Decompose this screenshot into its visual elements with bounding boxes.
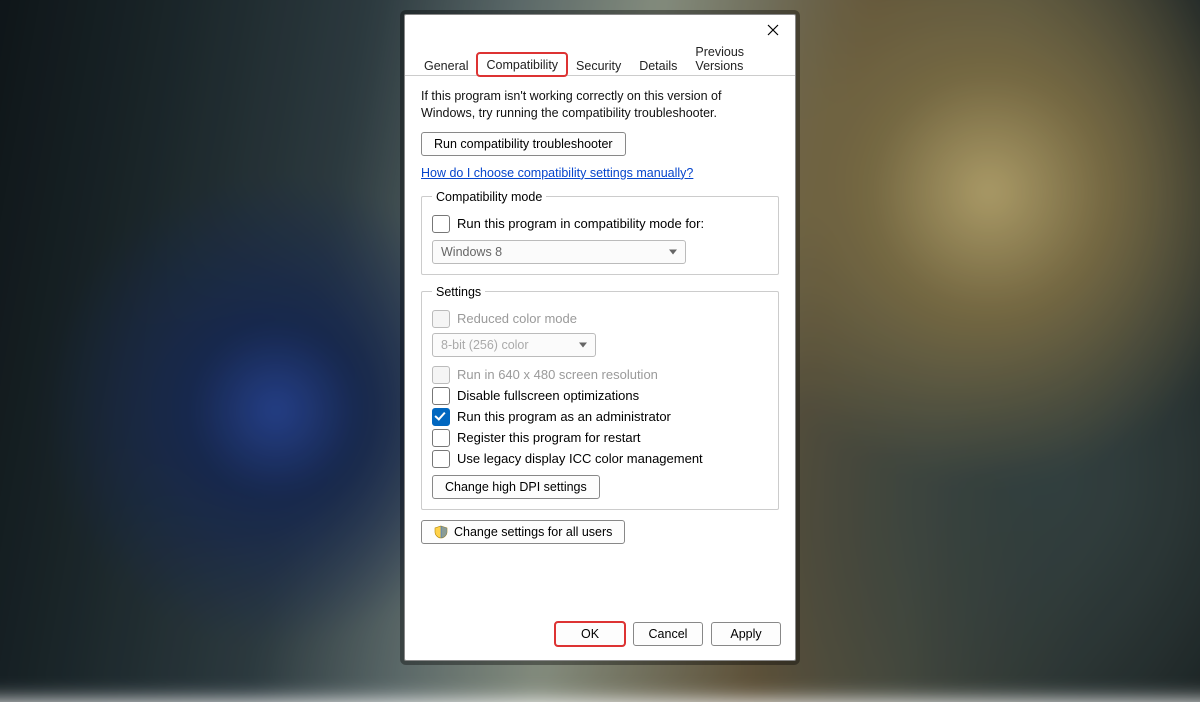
tab-security[interactable]: Security [567,54,630,76]
settings-group: Settings Reduced color mode 8-bit (256) … [421,285,779,510]
cancel-button[interactable]: Cancel [633,622,703,646]
low-res-checkbox [432,366,450,384]
tab-compatibility[interactable]: Compatibility [477,53,567,76]
disable-fullscreen-label: Disable fullscreen optimizations [457,388,639,403]
compatibility-mode-group: Compatibility mode Run this program in c… [421,190,779,275]
register-restart-label: Register this program for restart [457,430,641,445]
compatibility-mode-legend: Compatibility mode [432,190,546,204]
compat-mode-label: Run this program in compatibility mode f… [457,216,704,231]
run-as-admin-label: Run this program as an administrator [457,409,671,424]
tab-strip: General Compatibility Security Details P… [405,49,795,76]
tab-details[interactable]: Details [630,54,686,76]
color-depth-select: 8-bit (256) color [432,333,596,357]
change-all-users-label: Change settings for all users [454,525,612,539]
legacy-icc-checkbox[interactable] [432,450,450,468]
compat-mode-select[interactable]: Windows 8 [432,240,686,264]
change-dpi-button[interactable]: Change high DPI settings [432,475,600,499]
reduced-color-label: Reduced color mode [457,311,577,326]
tab-previous-versions[interactable]: Previous Versions [686,40,795,76]
ok-button[interactable]: OK [555,622,625,646]
tab-body: If this program isn't working correctly … [405,76,795,614]
properties-dialog: General Compatibility Security Details P… [404,14,796,661]
compat-mode-checkbox[interactable] [432,215,450,233]
close-icon [767,24,779,36]
register-restart-checkbox[interactable] [432,429,450,447]
shield-icon [434,525,448,539]
intro-text: If this program isn't working correctly … [421,88,779,122]
reduced-color-checkbox [432,310,450,328]
run-as-admin-checkbox[interactable] [432,408,450,426]
apply-button[interactable]: Apply [711,622,781,646]
disable-fullscreen-checkbox[interactable] [432,387,450,405]
legacy-icc-label: Use legacy display ICC color management [457,451,703,466]
low-res-label: Run in 640 x 480 screen resolution [457,367,658,382]
settings-legend: Settings [432,285,485,299]
run-troubleshooter-button[interactable]: Run compatibility troubleshooter [421,132,626,156]
tab-general[interactable]: General [415,54,477,76]
dialog-footer: OK Cancel Apply [405,614,795,660]
dialog-shadow: General Compatibility Security Details P… [400,10,800,665]
change-all-users-button[interactable]: Change settings for all users [421,520,625,544]
manual-settings-link[interactable]: How do I choose compatibility settings m… [421,166,779,180]
